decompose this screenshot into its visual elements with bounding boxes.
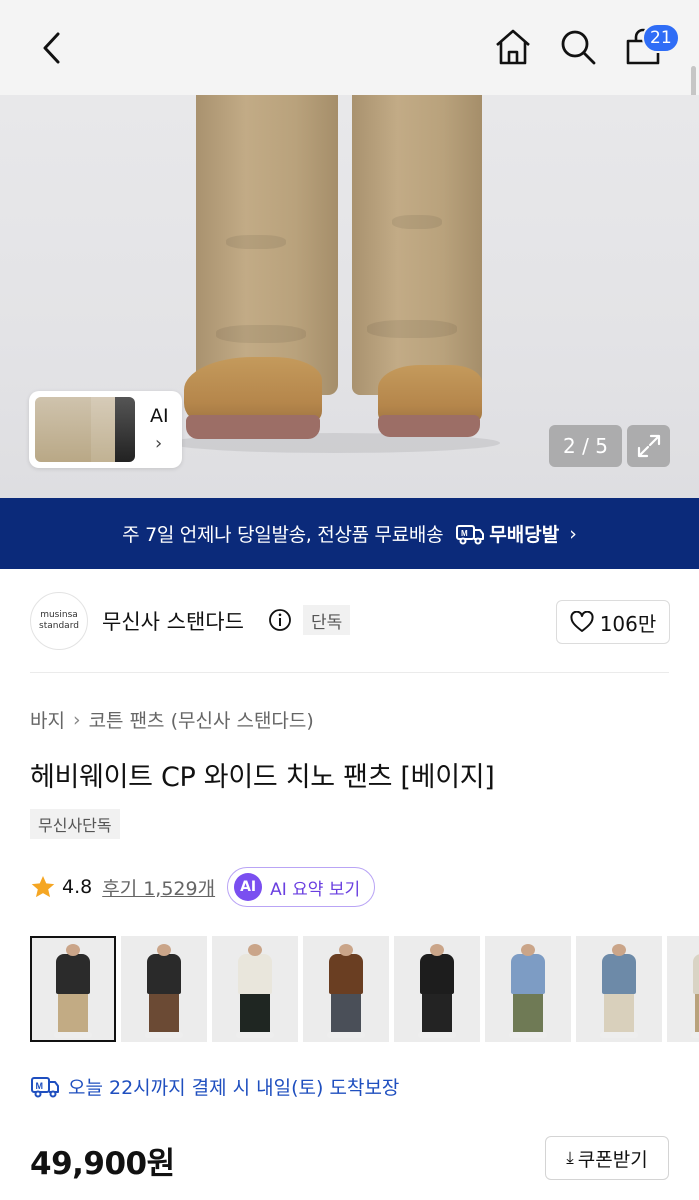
thumbnail-model-head (66, 944, 80, 956)
heart-icon (570, 611, 594, 632)
style-thumbnail[interactable] (30, 936, 116, 1042)
style-thumbnail[interactable] (485, 936, 571, 1042)
svg-text:M: M (461, 529, 468, 538)
brand-logo[interactable]: musinsa standard (30, 592, 88, 650)
download-icon: ⤓ (566, 1148, 574, 1168)
back-button[interactable] (30, 26, 74, 70)
product-photo-right-leg (352, 95, 482, 395)
product-photo-left-boot (184, 357, 322, 423)
home-icon (496, 29, 530, 65)
brand-name-link[interactable]: 무신사 스탠다드 (102, 606, 244, 636)
banner-brand-label: 무배당발 (489, 524, 560, 546)
style-thumbnail[interactable] (576, 936, 662, 1042)
expand-image-button[interactable] (627, 425, 670, 467)
product-price: 49,900원 (30, 1146, 175, 1182)
cart-count-badge: 21 (642, 23, 680, 53)
svg-text:M: M (36, 1081, 44, 1091)
chevron-right-icon: › (569, 522, 577, 545)
section-divider (30, 672, 669, 673)
thumbnail-model-top (56, 954, 90, 994)
chevron-right-icon: › (155, 433, 163, 454)
thumbnail-model-shoes (600, 1032, 638, 1038)
style-thumbnail-strip[interactable] (30, 936, 699, 1042)
expand-icon (637, 434, 660, 458)
delivery-truck-icon: M (456, 524, 485, 544)
delivery-guarantee[interactable]: M 오늘 22시까지 결제 시 내일(토) 도착보장 (30, 1073, 399, 1100)
product-photo-left-leg (196, 95, 338, 395)
ai-summary-button[interactable]: AI AI 요약 보기 (227, 867, 376, 907)
coupon-label: 쿠폰받기 (577, 1148, 648, 1171)
like-count: 106만 (599, 611, 657, 636)
boot-sole-right (378, 415, 480, 437)
breadcrumb-subcategory[interactable]: 코튼 팬츠 (무신사 스탠다드) (89, 706, 314, 733)
thumbnail-model-shoes (509, 1032, 547, 1038)
style-thumbnail[interactable] (303, 936, 389, 1042)
home-button[interactable] (490, 24, 536, 70)
brand-logo-line2: standard (39, 621, 79, 631)
banner-brand: M 무배당발 (455, 520, 559, 547)
thumbnail-model-shoes (691, 1032, 699, 1038)
brand-row: musinsa standard 무신사 스탠다드 단독 106만 (0, 590, 699, 654)
exclusive-badge: 단독 (303, 605, 351, 635)
boot-sole-left (186, 415, 320, 439)
thumbnail-model-top (602, 954, 636, 994)
thumbnail-model-shoes (236, 1032, 274, 1038)
thumbnail-model-top (511, 954, 545, 994)
musinsa-exclusive-tag: 무신사단독 (30, 809, 120, 839)
get-coupon-button[interactable]: ⤓ 쿠폰받기 (545, 1136, 669, 1180)
top-navigation-bar: 21 (0, 0, 699, 104)
ai-summary-label: AI 요약 보기 (270, 879, 361, 900)
rating-row: 4.8 후기 1,529개 AI AI 요약 보기 (30, 866, 376, 908)
search-icon (561, 30, 596, 65)
thumbnail-model-head (339, 944, 353, 956)
search-button[interactable] (555, 24, 601, 70)
brand-logo-line1: musinsa (40, 610, 78, 620)
ai-thumbnail-label: AI (150, 405, 169, 427)
thumbnail-model-head (521, 944, 535, 956)
thumbnail-model-top (147, 954, 181, 994)
info-icon[interactable] (268, 608, 292, 632)
chevron-right-icon: › (72, 708, 81, 731)
style-thumbnail[interactable] (667, 936, 699, 1042)
delivery-truck-icon: M (31, 1076, 59, 1097)
thumbnail-model-shoes (418, 1032, 456, 1038)
banner-text: 주 7일 언제나 당일발송, 전상품 무료배송 (122, 524, 444, 546)
product-title: 헤비웨이트 CP 와이드 치노 팬츠 [베이지] (30, 762, 495, 793)
style-thumbnail[interactable] (212, 936, 298, 1042)
ai-thumbnail-images (35, 397, 135, 462)
thumbnail-model-head (248, 944, 262, 956)
thumbnail-model-top (238, 954, 272, 994)
delivery-text: 오늘 22시까지 결제 시 내일(토) 도착보장 (68, 1077, 400, 1099)
thumbnail-model-top (329, 954, 363, 994)
thumbnail-model-shoes (327, 1032, 365, 1038)
thumbnail-model-head (430, 944, 444, 956)
image-counter: 2 / 5 (549, 425, 622, 467)
thumbnail-model-top (693, 954, 699, 994)
thumbnail-model-shoes (54, 1032, 92, 1038)
breadcrumb-category[interactable]: 바지 (30, 706, 65, 733)
thumbnail-model-head (612, 944, 626, 956)
style-thumbnail[interactable] (121, 936, 207, 1042)
back-arrow-icon (43, 32, 60, 64)
ai-fitting-thumbnail[interactable]: AI › (29, 391, 182, 468)
free-delivery-banner[interactable]: 주 7일 언제나 당일발송, 전상품 무료배송 M 무배당발 › (0, 498, 699, 569)
breadcrumb: 바지 › 코튼 팬츠 (무신사 스탠다드) (30, 706, 314, 733)
thumbnail-model-top (420, 954, 454, 994)
rating-score: 4.8 (62, 876, 93, 898)
review-count-link[interactable]: 후기 1,529개 (102, 874, 215, 901)
ai-badge-icon: AI (234, 873, 263, 901)
like-button[interactable]: 106만 (556, 600, 670, 644)
thumbnail-model-head (157, 944, 171, 956)
star-icon (31, 875, 55, 898)
style-thumbnail[interactable] (394, 936, 480, 1042)
thumbnail-model-shoes (145, 1032, 183, 1038)
